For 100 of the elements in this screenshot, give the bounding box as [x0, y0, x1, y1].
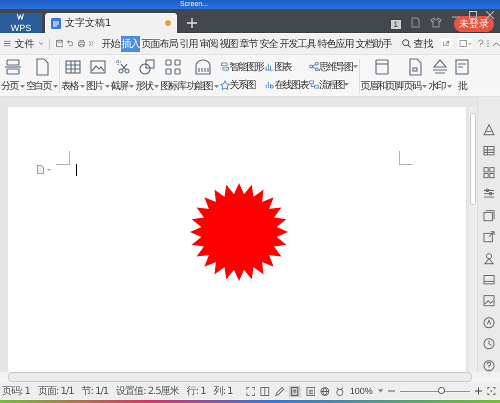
- document-tab[interactable]: 文字文稿1: [45, 13, 177, 33]
- save-icon[interactable]: [56, 38, 63, 49]
- caret-icon: [80, 84, 85, 88]
- sidebar-tool-icon[interactable]: [482, 294, 496, 308]
- ribbon-icon: [4, 58, 22, 76]
- sidebar-tool-icon[interactable]: [482, 272, 496, 286]
- new-tab-icon[interactable]: [187, 18, 197, 28]
- ribbon-button[interactable]: 关系图: [220, 78, 264, 92]
- ribbon-tab[interactable]: 审阅: [199, 36, 218, 52]
- outline-view-icon[interactable]: [306, 386, 316, 396]
- undo-icon[interactable]: [67, 38, 74, 49]
- sidebar-tool-icon[interactable]: [482, 144, 496, 158]
- fullscreen-icon[interactable]: [246, 386, 256, 396]
- more-icon[interactable]: [88, 40, 94, 47]
- print-icon[interactable]: [78, 38, 85, 49]
- fit-page-icon[interactable]: [487, 386, 496, 396]
- ribbon-button[interactable]: 水印: [428, 58, 452, 93]
- ribbon-button[interactable]: 截屏: [110, 58, 134, 93]
- sidebar-tool-icon[interactable]: [482, 166, 496, 180]
- window-count-badge[interactable]: 1: [390, 20, 401, 28]
- ribbon-icon: [164, 58, 182, 76]
- share-icon[interactable]: [441, 36, 452, 51]
- sidebar-tool-icon[interactable]: [482, 358, 496, 372]
- ribbon-button[interactable]: 分页: [1, 58, 25, 93]
- sidebar-tool-icon[interactable]: [482, 123, 496, 136]
- status-item: 行: 1: [186, 385, 206, 398]
- ribbon-tab[interactable]: 开发工具: [279, 36, 316, 52]
- slider-thumb[interactable]: [438, 386, 446, 394]
- ribbon-button[interactable]: 智能图形: [220, 60, 264, 74]
- ribbon-button[interactable]: 表格: [61, 58, 85, 93]
- caret-icon: [352, 65, 358, 68]
- ribbon-tab[interactable]: 视图: [219, 36, 238, 52]
- unsaved-dot-icon: [165, 20, 171, 26]
- shirt-icon[interactable]: [430, 17, 442, 28]
- sidebar-tool-icon[interactable]: [482, 208, 496, 222]
- ribbon-icon: [308, 79, 319, 90]
- margin-corner-mark: [399, 151, 413, 165]
- vertical-scrollbar[interactable]: [469, 107, 477, 372]
- collapse-icon[interactable]: [493, 40, 500, 46]
- document-icon[interactable]: [410, 17, 421, 28]
- ribbon-tab[interactable]: 安全: [259, 36, 278, 52]
- caret-icon: [53, 84, 58, 88]
- caret-icon: [104, 84, 110, 88]
- ribbon-button[interactable]: 图标库: [160, 58, 186, 93]
- caret-icon: [20, 84, 25, 88]
- sidebar-tool-icon[interactable]: [482, 316, 496, 330]
- ribbon-button[interactable]: 形状: [135, 58, 160, 93]
- ribbon-button[interactable]: 页眉和页脚: [360, 58, 403, 93]
- ribbon-icon: [453, 58, 472, 76]
- pen-icon[interactable]: [274, 386, 284, 396]
- ribbon-icon: [114, 58, 132, 76]
- ribbon-button[interactable]: 页码: [404, 58, 428, 93]
- window-icon[interactable]: [458, 36, 472, 51]
- book-icon[interactable]: [260, 386, 270, 396]
- ribbon-tab[interactable]: 页面布局: [141, 36, 178, 52]
- zoom-level[interactable]: 100%: [350, 386, 373, 396]
- ribbon-icon: [138, 58, 156, 76]
- file-menu[interactable]: 文件: [14, 36, 35, 50]
- ribbon-tab[interactable]: 开始: [101, 36, 120, 52]
- starburst-shape[interactable]: [189, 182, 289, 282]
- menu-icon[interactable]: [4, 39, 11, 48]
- ribbon-button[interactable]: 流程图: [308, 78, 358, 92]
- ribbon-icon: [194, 58, 212, 76]
- document-tab[interactable]: WPS: [0, 13, 42, 33]
- ribbon-tab[interactable]: 章节: [239, 36, 258, 52]
- ribbon-icon: [372, 58, 390, 76]
- more-options-icon[interactable]: [487, 38, 490, 49]
- zoom-in-icon[interactable]: [475, 387, 482, 395]
- ribbon-button[interactable]: 思维导图: [308, 60, 358, 74]
- ribbon-icon: [88, 58, 107, 76]
- search-button[interactable]: 查找: [402, 36, 434, 50]
- ribbon-tab[interactable]: 引用: [179, 36, 198, 52]
- paragraph-handle-icon[interactable]: [37, 165, 51, 174]
- sidebar-tool-icon[interactable]: [482, 230, 496, 244]
- sidebar-tool-icon[interactable]: [482, 337, 496, 351]
- globe-icon[interactable]: [320, 386, 330, 396]
- margin-corner-mark: [56, 151, 70, 165]
- horizontal-scrollbar[interactable]: [8, 372, 472, 382]
- sidebar-tool-icon[interactable]: [482, 252, 496, 265]
- ribbon-tab[interactable]: 文档助手: [355, 36, 392, 52]
- ribbon-tab[interactable]: 特色应用: [317, 36, 354, 52]
- ribbon-button[interactable]: 空白页: [26, 58, 58, 93]
- page-view-icon[interactable]: [289, 384, 301, 398]
- eye-care-icon[interactable]: [335, 386, 345, 396]
- status-item: 页码: 1: [2, 385, 30, 398]
- help-icon[interactable]: [478, 38, 484, 49]
- ribbon-button[interactable]: 图片: [86, 58, 110, 93]
- login-button[interactable]: 未登录: [454, 16, 494, 32]
- caret-icon: [344, 83, 350, 86]
- ribbon-button[interactable]: 图表: [264, 60, 308, 74]
- close-icon[interactable]: [486, 11, 494, 19]
- ribbon-button[interactable]: 在线图表: [264, 78, 308, 92]
- maximize-icon[interactable]: [469, 11, 477, 19]
- ribbon-button[interactable]: 批: [453, 58, 472, 93]
- ribbon-button[interactable]: 功能图: [186, 58, 219, 93]
- caret-icon[interactable]: [378, 389, 384, 393]
- caret-icon: [129, 84, 134, 88]
- wps-logo-icon: [16, 13, 26, 20]
- caret-icon[interactable]: [38, 41, 44, 46]
- document-icon: [51, 18, 61, 28]
